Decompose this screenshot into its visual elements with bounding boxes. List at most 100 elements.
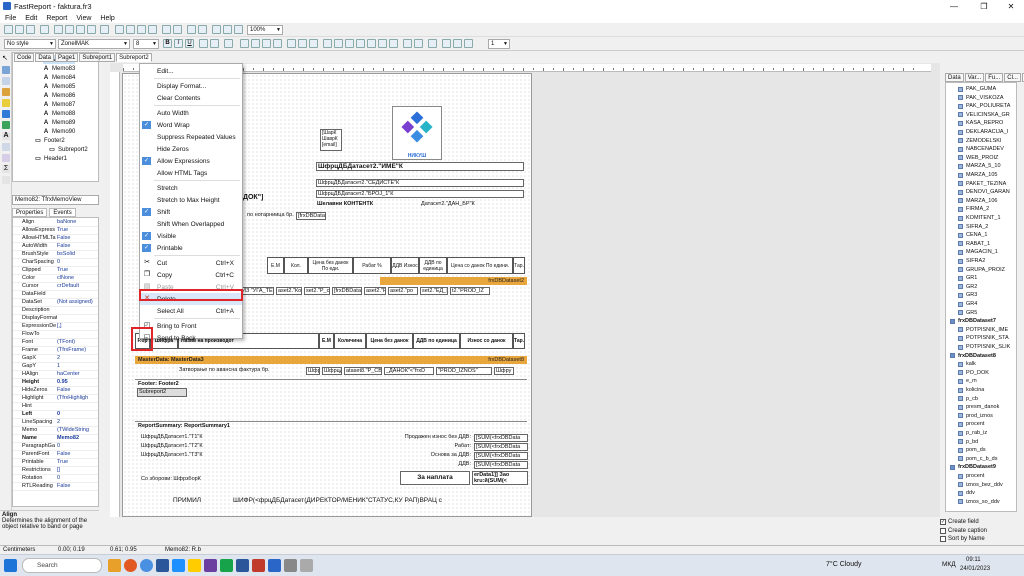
menu-item-stretch[interactable]: Stretch xyxy=(140,182,242,194)
total-due-value[interactable]: erData1]] Зао kru:й(SUM(< xyxy=(472,471,528,485)
row2-cell[interactable]: ШфрцДБД xyxy=(322,367,342,375)
menu-item-shift-when-overlapped[interactable]: Shift When Overlapped xyxy=(140,218,242,230)
menu-item-allow-expressions[interactable]: ✓ Allow Expressions xyxy=(140,155,242,167)
field-node[interactable]: SIFRA2 xyxy=(958,257,985,265)
sum-tool-icon[interactable]: Σ xyxy=(2,165,10,173)
company-contact-memo[interactable]: Шелавни КОНТЕНТК xyxy=(316,201,416,209)
property-value[interactable]: 0 xyxy=(57,259,98,266)
italic-icon[interactable]: I xyxy=(174,39,183,48)
property-value[interactable]: False xyxy=(57,451,98,458)
field-node[interactable]: PAK_POLIURETA xyxy=(958,102,1010,110)
received-label[interactable]: ПРИМИЛ xyxy=(172,497,212,506)
line-tool-icon[interactable] xyxy=(2,176,10,184)
subreport-tool-icon[interactable] xyxy=(2,154,10,162)
fastreport-taskbar-icon[interactable] xyxy=(268,559,281,572)
menu-item-send-to-back[interactable]: ◱ Send to Back xyxy=(140,332,242,344)
close-button[interactable]: ✕ xyxy=(997,0,1024,13)
field-node[interactable]: pom_ds xyxy=(958,446,986,454)
undo-icon[interactable] xyxy=(162,25,171,34)
fill-color-icon[interactable] xyxy=(403,39,412,48)
tree-item[interactable]: A Memo86 xyxy=(43,91,76,100)
property-value[interactable]: (TfrxFrame) xyxy=(57,347,98,354)
tree-item[interactable]: ▭ Footer2 xyxy=(35,136,65,145)
minimize-button[interactable]: — xyxy=(940,0,968,13)
property-value[interactable]: (Not assigned) xyxy=(57,299,98,306)
document-title[interactable]: ДОК"] xyxy=(242,194,282,203)
tab-page1[interactable]: Page1 xyxy=(55,53,79,62)
font-color-icon[interactable] xyxy=(199,39,208,48)
field-node[interactable]: p_cb xyxy=(958,395,978,403)
property-row[interactable]: Frame (TfrxFrame) xyxy=(13,347,98,355)
line-width-select[interactable]: 1 ▼ xyxy=(488,39,510,49)
amount-in-words[interactable]: Со зборови: ШфрзборК xyxy=(140,476,235,484)
col2-vat-unit[interactable]: ДДВ по единица xyxy=(413,333,460,349)
group-icon[interactable] xyxy=(187,25,196,34)
chrome-icon[interactable] xyxy=(140,559,153,572)
menu-item-printable[interactable]: ✓ Printable xyxy=(140,242,242,254)
copy-icon[interactable] xyxy=(126,25,135,34)
col-vat-amount[interactable]: ДДВ Износ xyxy=(391,257,419,274)
property-row[interactable]: Left 0 xyxy=(13,411,98,419)
delete-page-icon[interactable] xyxy=(76,25,85,34)
property-value[interactable]: True xyxy=(57,227,98,234)
row2-cell[interactable]: Шфр xyxy=(306,367,320,375)
select-tool-icon[interactable]: ↖ xyxy=(2,55,10,63)
row1-cell[interactable]: aset2."ро xyxy=(388,287,418,295)
notes-icon[interactable] xyxy=(188,559,201,572)
field-node[interactable]: GR4 xyxy=(958,300,977,308)
menu-item-allow-html-tags[interactable]: Allow HTML Tags xyxy=(140,167,242,179)
tree-item[interactable]: ▭ Header1 xyxy=(35,154,67,163)
menu-item-clear-contents[interactable]: Clear Contents xyxy=(140,92,242,104)
outlook-icon[interactable] xyxy=(156,559,169,572)
row1-cell[interactable]: [frxDBDataset2."РАБ xyxy=(332,287,362,295)
frame-all-icon[interactable] xyxy=(367,39,376,48)
mail-icon[interactable] xyxy=(172,559,185,572)
bold-icon[interactable]: B xyxy=(163,39,172,48)
field-node[interactable]: KOMITENT_1 xyxy=(958,214,1001,222)
property-value[interactable] xyxy=(57,291,98,298)
field-node[interactable]: kolicina xyxy=(958,386,984,394)
property-row[interactable]: Rotation 0 xyxy=(13,475,98,483)
menu-item-select-all[interactable]: Select All Ctrl+A xyxy=(140,305,242,317)
tree-item[interactable]: A Memo87 xyxy=(43,100,76,109)
field-node[interactable]: p_bd xyxy=(958,438,978,446)
field-node[interactable]: MAGACIN_1 xyxy=(958,248,998,256)
align-justify-icon[interactable] xyxy=(273,39,282,48)
field-node[interactable]: presm_danok xyxy=(958,403,999,411)
summary-t1[interactable]: ШфрцДБДатасет1."Т1"К xyxy=(140,434,220,442)
row1-cell[interactable]: t2."PROD_IZ xyxy=(450,287,490,295)
property-value[interactable] xyxy=(57,315,98,322)
field-node[interactable]: SIFRA_2 xyxy=(958,223,988,231)
language-indicator[interactable]: МКД xyxy=(942,561,956,568)
tab-events[interactable]: Events xyxy=(49,208,76,217)
property-value[interactable]: False xyxy=(57,387,98,394)
band-tool-icon[interactable] xyxy=(2,110,10,118)
property-value[interactable]: (TfrxHighligh xyxy=(57,395,98,402)
tree-item[interactable]: A Memo90 xyxy=(43,127,76,136)
field-node[interactable]: FIRMA_2 xyxy=(958,205,989,213)
note-label[interactable]: по нотарниица бр. xyxy=(246,212,296,220)
open-icon[interactable] xyxy=(15,25,24,34)
tab-subreport2[interactable]: Subreport2 xyxy=(116,53,152,62)
font-select[interactable]: ZonelMAK ▼ xyxy=(58,39,130,49)
menu-item-display-format[interactable]: Display Format... xyxy=(140,80,242,92)
field-node[interactable]: prod_iznos xyxy=(958,412,993,420)
menu-report[interactable]: Report xyxy=(46,15,67,22)
underline-icon[interactable]: U xyxy=(185,39,194,48)
property-row[interactable]: Name Memo82 xyxy=(13,435,98,443)
field-node[interactable]: KASA_REPRO xyxy=(958,119,1003,127)
row1-cell[interactable]: set2."Р_с xyxy=(304,287,330,295)
tree-item[interactable]: A Memo83 xyxy=(43,64,76,73)
option-create-field[interactable]: ✓ Create field xyxy=(940,519,979,525)
variables-icon[interactable] xyxy=(100,25,109,34)
field-node[interactable]: ddv xyxy=(958,489,975,497)
property-value[interactable]: 0.95 xyxy=(57,379,98,386)
property-value[interactable]: Memo82 xyxy=(57,435,98,442)
text-object-icon[interactable]: A xyxy=(2,132,10,140)
field-node[interactable]: p_rab_iz xyxy=(958,429,987,437)
row2-cell[interactable]: Шфру xyxy=(494,367,514,375)
align-left-icon[interactable] xyxy=(240,39,249,48)
highlight-icon[interactable] xyxy=(210,39,219,48)
property-row[interactable]: Printable True xyxy=(13,459,98,467)
subreport-object[interactable]: Subreport2 xyxy=(137,388,187,397)
